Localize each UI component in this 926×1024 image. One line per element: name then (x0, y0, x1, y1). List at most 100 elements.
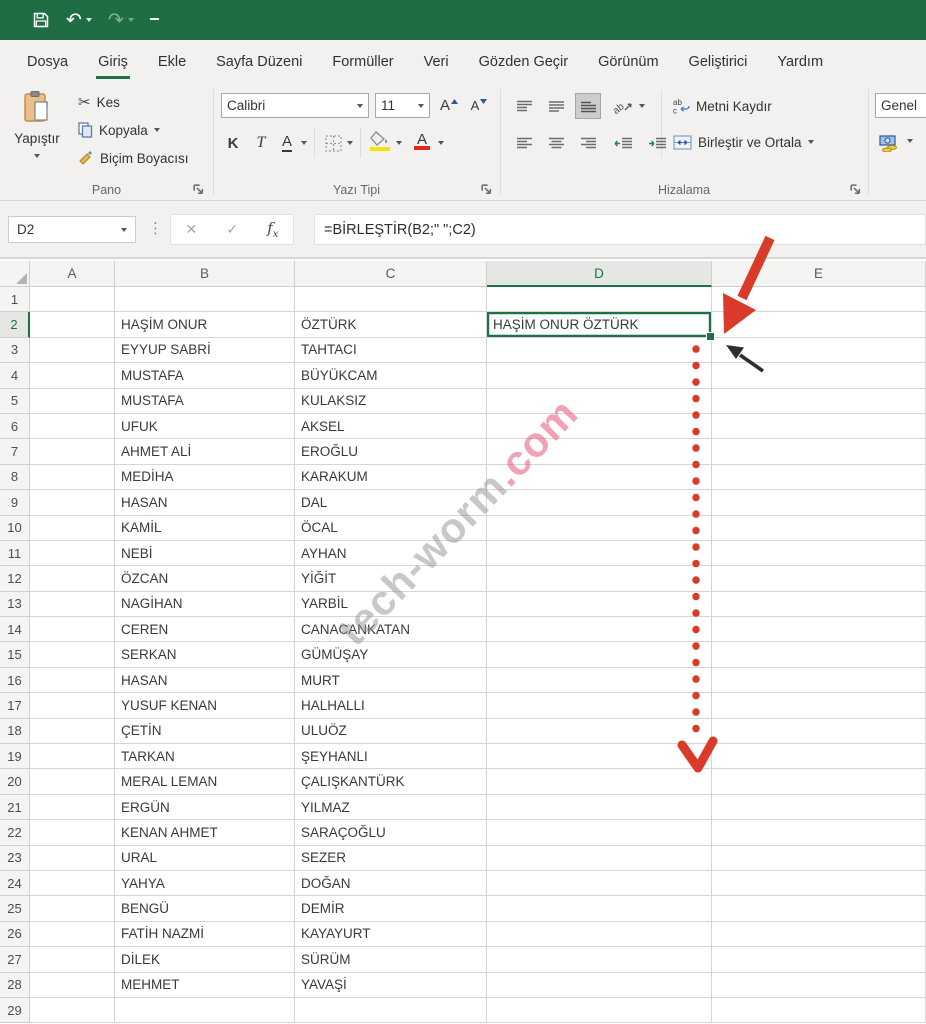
cell-C10[interactable]: ÖCAL (295, 516, 487, 541)
cell-B11[interactable]: NEBİ (115, 541, 295, 566)
cell-C11[interactable]: AYHAN (295, 541, 487, 566)
row-header-29[interactable]: 29 (0, 998, 30, 1023)
font-color-button[interactable]: A (410, 128, 434, 154)
row-header-16[interactable]: 16 (0, 668, 30, 693)
cell-E14[interactable] (712, 617, 926, 642)
cell-C4[interactable]: BÜYÜKCAM (295, 363, 487, 388)
cell-E3[interactable] (712, 338, 926, 363)
row-header-5[interactable]: 5 (0, 389, 30, 414)
cell-A11[interactable] (30, 541, 115, 566)
tab-görünüm[interactable]: Görünüm (583, 40, 673, 84)
undo-dropdown[interactable] (86, 18, 92, 22)
cell-B9[interactable]: HASAN (115, 490, 295, 515)
cell-D5[interactable] (487, 389, 712, 414)
font-name-dropdown[interactable] (357, 104, 363, 108)
cell-E24[interactable] (712, 871, 926, 896)
cell-D8[interactable] (487, 465, 712, 490)
cell-B29[interactable] (115, 998, 295, 1023)
cell-B8[interactable]: MEDİHA (115, 465, 295, 490)
cell-C7[interactable]: EROĞLU (295, 439, 487, 464)
row-header-28[interactable]: 28 (0, 973, 30, 998)
cell-E8[interactable] (712, 465, 926, 490)
cell-C24[interactable]: DOĞAN (295, 871, 487, 896)
align-top-button[interactable] (511, 93, 537, 119)
row-header-15[interactable]: 15 (0, 642, 30, 667)
cell-D2[interactable]: HAŞİM ONUR ÖZTÜRK (487, 312, 712, 337)
cell-D18[interactable] (487, 719, 712, 744)
row-header-13[interactable]: 13 (0, 592, 30, 617)
cell-E17[interactable] (712, 693, 926, 718)
cell-C23[interactable]: SEZER (295, 846, 487, 871)
cell-E26[interactable] (712, 922, 926, 947)
cell-D22[interactable] (487, 820, 712, 845)
cell-A20[interactable] (30, 769, 115, 794)
cell-B3[interactable]: EYYUP SABRİ (115, 338, 295, 363)
align-middle-button[interactable] (543, 93, 569, 119)
tab-geliştirici[interactable]: Geliştirici (674, 40, 763, 84)
tab-gözden-geçir[interactable]: Gözden Geçir (464, 40, 583, 84)
redo-button[interactable]: ↷ (108, 11, 134, 30)
cell-D15[interactable] (487, 642, 712, 667)
cell-D29[interactable] (487, 998, 712, 1023)
cell-A6[interactable] (30, 414, 115, 439)
orientation-dropdown[interactable] (639, 104, 645, 108)
cell-A23[interactable] (30, 846, 115, 871)
cell-B26[interactable]: FATİH NAZMİ (115, 922, 295, 947)
cell-C18[interactable]: ULUÖZ (295, 719, 487, 744)
cell-B6[interactable]: UFUK (115, 414, 295, 439)
row-header-4[interactable]: 4 (0, 363, 30, 388)
cell-B20[interactable]: MERAL LEMAN (115, 769, 295, 794)
cell-D1[interactable] (487, 287, 712, 312)
row-header-9[interactable]: 9 (0, 490, 30, 515)
name-box-dropdown[interactable] (121, 228, 127, 232)
row-header-8[interactable]: 8 (0, 465, 30, 490)
paste-dropdown[interactable] (34, 154, 40, 158)
cell-D9[interactable] (487, 490, 712, 515)
cell-A10[interactable] (30, 516, 115, 541)
cell-C3[interactable]: TAHTACI (295, 338, 487, 363)
cell-C2[interactable]: ÖZTÜRK (295, 312, 487, 337)
cell-A27[interactable] (30, 947, 115, 972)
decrease-font-size-button[interactable]: A (466, 93, 492, 119)
row-header-22[interactable]: 22 (0, 820, 30, 845)
cell-D27[interactable] (487, 947, 712, 972)
cell-E25[interactable] (712, 896, 926, 921)
cell-D12[interactable] (487, 566, 712, 591)
row-header-7[interactable]: 7 (0, 439, 30, 464)
format-painter-button[interactable]: Biçim Boyacısı (78, 146, 189, 170)
row-header-25[interactable]: 25 (0, 896, 30, 921)
cell-A9[interactable] (30, 490, 115, 515)
cell-B12[interactable]: ÖZCAN (115, 566, 295, 591)
cell-C22[interactable]: SARAÇOĞLU (295, 820, 487, 845)
tab-veri[interactable]: Veri (409, 40, 464, 84)
borders-button[interactable] (322, 130, 344, 156)
column-header-A[interactable]: A (30, 261, 115, 287)
cell-C17[interactable]: HALHALLI (295, 693, 487, 718)
cell-E20[interactable] (712, 769, 926, 794)
cell-E27[interactable] (712, 947, 926, 972)
row-header-1[interactable]: 1 (0, 287, 30, 312)
font-size-dropdown[interactable] (418, 104, 424, 108)
row-header-3[interactable]: 3 (0, 338, 30, 363)
cell-B25[interactable]: BENGÜ (115, 896, 295, 921)
column-header-B[interactable]: B (115, 261, 295, 287)
cell-A16[interactable] (30, 668, 115, 693)
cell-B27[interactable]: DİLEK (115, 947, 295, 972)
cell-E1[interactable] (712, 287, 926, 312)
decrease-indent-button[interactable] (609, 130, 637, 156)
column-header-D[interactable]: D (487, 261, 712, 287)
fill-handle[interactable] (706, 332, 715, 341)
cell-A12[interactable] (30, 566, 115, 591)
underline-button[interactable]: A (276, 130, 298, 156)
tab-dosya[interactable]: Dosya (12, 40, 83, 84)
align-center-button[interactable] (543, 130, 569, 156)
cell-E22[interactable] (712, 820, 926, 845)
cell-C26[interactable]: KAYAYURT (295, 922, 487, 947)
cell-D3[interactable] (487, 338, 712, 363)
row-header-27[interactable]: 27 (0, 947, 30, 972)
row-header-10[interactable]: 10 (0, 516, 30, 541)
pano-dialog-launcher[interactable] (192, 183, 205, 196)
tab-formüller[interactable]: Formüller (317, 40, 408, 84)
cell-D4[interactable] (487, 363, 712, 388)
cell-C21[interactable]: YILMAZ (295, 795, 487, 820)
